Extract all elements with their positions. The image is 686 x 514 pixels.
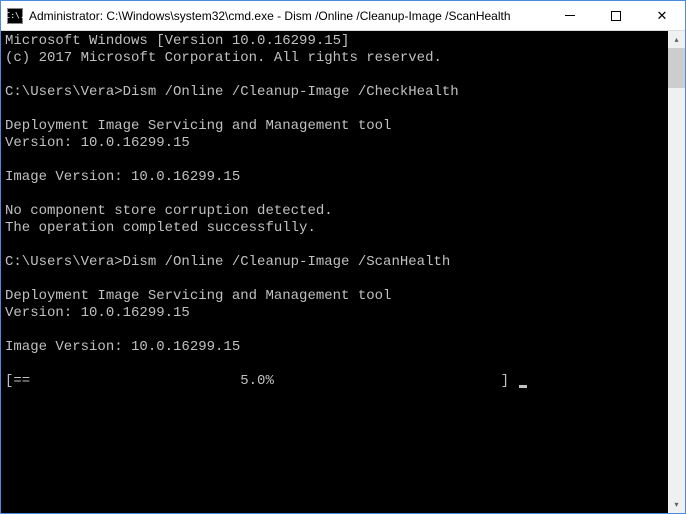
chevron-up-icon: ▴ <box>674 35 678 44</box>
window-controls: ✕ <box>547 1 685 30</box>
terminal-output[interactable]: Microsoft Windows [Version 10.0.16299.15… <box>1 31 668 513</box>
terminal-line: No component store corruption detected. <box>5 203 333 219</box>
chevron-down-icon: ▾ <box>674 500 678 509</box>
terminal-line: Version: 10.0.16299.15 <box>5 135 190 151</box>
terminal-line: Image Version: 10.0.16299.15 <box>5 169 240 185</box>
window-title: Administrator: C:\Windows\system32\cmd.e… <box>29 9 547 23</box>
minimize-button[interactable] <box>547 1 593 30</box>
close-button[interactable]: ✕ <box>639 1 685 30</box>
terminal-line: [== 5.0% ] <box>5 373 517 389</box>
cmd-icon: C:\. <box>7 8 23 24</box>
terminal-line: Deployment Image Servicing and Managemen… <box>5 118 391 134</box>
scroll-up-button[interactable]: ▴ <box>668 31 685 48</box>
scroll-down-button[interactable]: ▾ <box>668 496 685 513</box>
vertical-scrollbar[interactable]: ▴ ▾ <box>668 31 685 513</box>
terminal-line: Microsoft Windows [Version 10.0.16299.15… <box>5 33 349 49</box>
terminal-line: Version: 10.0.16299.15 <box>5 305 190 321</box>
cursor <box>519 385 527 388</box>
titlebar[interactable]: C:\. Administrator: C:\Windows\system32\… <box>1 1 685 31</box>
terminal-line: C:\Users\Vera>Dism /Online /Cleanup-Imag… <box>5 84 459 100</box>
scroll-thumb[interactable] <box>668 48 685 88</box>
close-icon: ✕ <box>657 9 668 22</box>
terminal-line: C:\Users\Vera>Dism /Online /Cleanup-Imag… <box>5 254 450 270</box>
terminal-container: Microsoft Windows [Version 10.0.16299.15… <box>1 31 685 513</box>
terminal-line: Deployment Image Servicing and Managemen… <box>5 288 391 304</box>
terminal-line: Image Version: 10.0.16299.15 <box>5 339 240 355</box>
terminal-line: (c) 2017 Microsoft Corporation. All righ… <box>5 50 442 66</box>
terminal-line: The operation completed successfully. <box>5 220 316 236</box>
minimize-icon <box>565 15 575 16</box>
scroll-track[interactable] <box>668 48 685 496</box>
maximize-button[interactable] <box>593 1 639 30</box>
maximize-icon <box>611 11 621 21</box>
